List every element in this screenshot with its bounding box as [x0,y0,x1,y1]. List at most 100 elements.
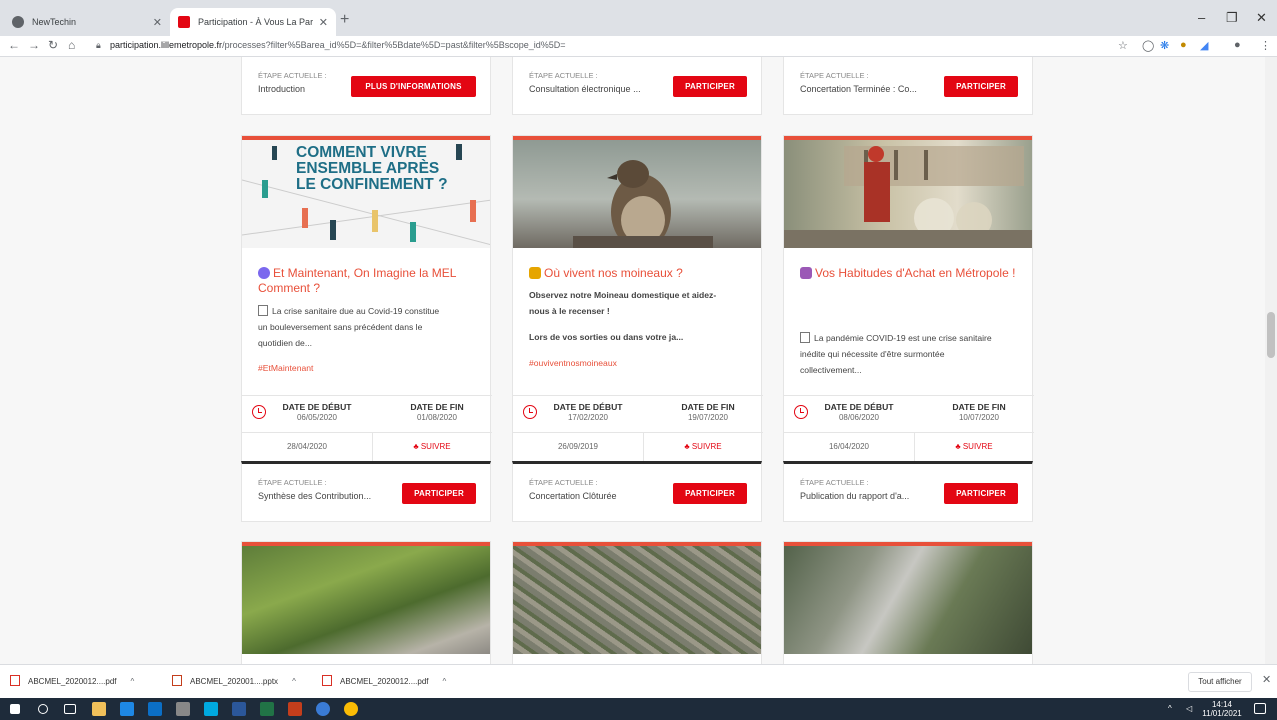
skype-icon[interactable] [204,702,218,716]
forward-icon[interactable]: → [28,38,40,52]
new-tab-button[interactable]: + [340,12,349,28]
card-hashtag[interactable]: #ouviventnosmoineaux [529,358,617,368]
aerial-city-photo[interactable] [513,546,761,654]
clock-icon [252,405,266,419]
more-info-button[interactable]: PLUS D'INFORMATIONS [351,76,476,97]
image-headline: COMMENT VIVRE ENSEMBLE APRÈS LE CONFINEM… [296,144,448,193]
participate-button[interactable]: PARTICIPER [673,483,747,504]
card-image[interactable] [513,140,761,248]
close-window-icon[interactable]: ✕ [1256,10,1267,26]
volume-icon[interactable]: ◁ [1186,704,1192,713]
bubble-emoji-icon [258,267,270,279]
page-content: ÉTAPE ACTUELLE : Introduction PLUS D'INF… [0,57,1265,664]
step-value: Synthèse des Contribution... [258,491,372,501]
scrollbar-thumb[interactable] [1267,312,1275,358]
follow-button[interactable]: ♣ SUIVRE [914,442,1034,451]
card-hashtag[interactable]: #EtMaintenant [258,363,313,373]
show-all-downloads-button[interactable]: Tout afficher [1188,672,1252,692]
card-footer: 28/04/2020 ♣ SUIVRE [242,432,492,463]
tab-close-icon[interactable]: ✕ [319,16,328,29]
minimize-icon[interactable]: – [1198,10,1205,25]
profile-icon[interactable]: ● [1234,39,1241,51]
download-item[interactable]: ABCMEL_2020012....pdf ^ [10,675,134,686]
word-icon[interactable] [232,702,246,716]
participate-button[interactable]: PARTICIPER [944,483,1018,504]
maximize-icon[interactable]: ❐ [1226,10,1238,26]
star-icon[interactable]: ☆ [1118,39,1128,52]
card-image[interactable] [784,140,1032,248]
step-panel: ÉTAPE ACTUELLE : Concertation Terminée :… [783,57,1033,115]
tab-close-icon[interactable]: ✕ [153,16,162,29]
garden-photo[interactable] [242,546,490,654]
chevron-up-icon: ^ [442,677,447,686]
back-icon[interactable]: ← [8,38,20,52]
menu-icon[interactable]: ⋮ [1260,39,1271,52]
process-card[interactable]: Où vivent nos moineaux ? Observez notre … [512,135,763,464]
extension-cookie-icon[interactable]: ● [1180,39,1187,51]
file-explorer-icon[interactable] [92,702,106,716]
participate-button[interactable]: PARTICIPER [673,76,747,97]
tab-title: Participation - À Vous La Parole ! [198,17,313,27]
card-description: La pandémie COVID-19 est une crise sanit… [800,332,992,375]
start-date-label: DATE DE DÉBUT [824,402,894,412]
chrome-icon[interactable] [344,702,358,716]
step-value: Publication du rapport d'a... [800,491,910,501]
powerpoint-icon[interactable] [288,702,302,716]
step-panel: ÉTAPE ACTUELLE : Concertation Clôturée P… [512,461,762,522]
card-footer: 26/09/2019 ♣ SUIVRE [513,432,763,463]
tab-participation[interactable]: Participation - À Vous La Parole ! ✕ [170,8,336,36]
published-date: 26/09/2019 [557,442,599,451]
start-date-value: 08/06/2020 [838,413,880,422]
url-field[interactable]: participation.lillemetropole.fr/processe… [110,40,566,50]
step-label: ÉTAPE ACTUELLE : [258,71,327,80]
home-icon[interactable]: ⌂ [68,38,75,52]
windows-start-icon[interactable] [10,704,20,714]
close-downloads-icon[interactable]: ✕ [1262,673,1271,686]
start-date-label: DATE DE DÉBUT [282,402,352,412]
process-card[interactable] [512,541,762,664]
step-value: Concertation Clôturée [529,491,617,501]
process-card[interactable]: Vos Habitudes d'Achat en Métropole ! La … [783,135,1034,464]
lock-icon[interactable]: 🔒︎ [96,40,101,51]
process-card[interactable] [783,541,1033,664]
published-date: 28/04/2020 [286,442,328,451]
outlook-icon[interactable] [148,702,162,716]
participate-button[interactable]: PARTICIPER [944,76,1018,97]
search-icon[interactable] [38,704,48,714]
card-image[interactable]: COMMENT VIVRE ENSEMBLE APRÈS LE CONFINEM… [242,140,490,248]
step-label: ÉTAPE ACTUELLE : [258,478,327,487]
extension-arrow-icon[interactable]: ◢ [1200,39,1208,52]
tray-chevron-icon[interactable]: ^ [1168,704,1172,713]
follow-button[interactable]: ♣ SUIVRE [643,442,763,451]
excel-icon[interactable] [260,702,274,716]
card-title[interactable]: Où vivent nos moineaux ? [529,266,749,281]
notifications-icon[interactable] [1254,703,1266,714]
download-item[interactable]: ABCMEL_2020012....pdf ^ [322,675,446,686]
system-clock[interactable]: 14:14 11/01/2021 [1200,700,1244,718]
card-title[interactable]: Vos Habitudes d'Achat en Métropole ! [800,266,1020,281]
task-view-icon[interactable] [64,704,76,714]
aerial-buildings-photo[interactable] [784,546,1032,654]
step-panel: ÉTAPE ACTUELLE : Introduction PLUS D'INF… [241,57,491,115]
follow-button[interactable]: ♣ SUIVRE [372,442,492,451]
step-panel: ÉTAPE ACTUELLE : Synthèse des Contributi… [241,461,491,522]
card-dates: DATE DE DÉBUT 17/02/2020 DATE DE FIN 19/… [513,395,763,432]
globe-icon [12,16,24,28]
extension-circle-icon[interactable]: ◯ [1142,39,1154,52]
end-date-value: 19/07/2020 [687,413,729,422]
app-circle-icon[interactable] [316,702,330,716]
process-card[interactable] [241,541,491,664]
tab-newtechin[interactable]: NewTechin ✕ [4,8,170,36]
card-title[interactable]: Et Maintenant, On Imagine la MEL Comment… [258,266,478,296]
shopping-emoji-icon [800,267,812,279]
app-icon[interactable] [176,702,190,716]
download-item[interactable]: ABCMEL_202001....pptx ^ [172,675,296,686]
step-value: Concertation Terminée : Co... [800,84,917,94]
process-card[interactable]: COMMENT VIVRE ENSEMBLE APRÈS LE CONFINEM… [241,135,492,464]
participate-button[interactable]: PARTICIPER [402,483,476,504]
page-scrollbar[interactable] [1265,57,1277,664]
extension-snowflake-icon[interactable]: ❋ [1160,39,1169,52]
shop-photo [784,146,1032,248]
reload-icon[interactable]: ↻ [48,38,58,52]
edge-icon[interactable] [120,702,134,716]
